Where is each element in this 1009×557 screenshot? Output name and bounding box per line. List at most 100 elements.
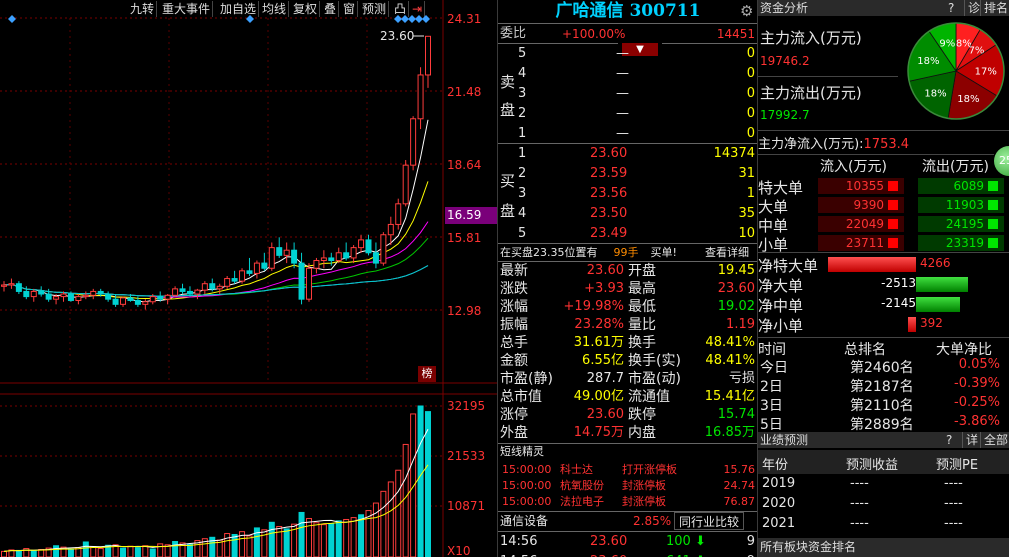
tick-time: 14:56 — [500, 552, 537, 557]
event-diamond-icon[interactable] — [422, 15, 430, 23]
event-diamond-icon[interactable] — [408, 15, 416, 23]
stat-label: 量比 — [628, 317, 656, 333]
candle-body — [142, 301, 149, 305]
candle-body — [335, 252, 342, 262]
stat-value: 亏损 — [728, 371, 755, 386]
spirit-stock[interactable]: 科士达 — [560, 462, 593, 478]
stat-label: 涨幅 — [500, 299, 528, 315]
spirit-time: 15:00:00 — [502, 495, 552, 508]
stat-value: 23.28% — [574, 317, 624, 332]
spirit-stock[interactable]: 杭氧股份 — [560, 478, 604, 494]
volume-axis-label: 21533 — [447, 449, 486, 463]
rank-list-button[interactable]: 榜 — [418, 366, 436, 382]
floating-badge[interactable]: 25 — [994, 146, 1009, 176]
flow-out-marker — [988, 200, 998, 210]
volume-bar — [30, 550, 37, 557]
volume-bar — [90, 546, 97, 557]
gear-icon[interactable]: ⚙ — [740, 2, 753, 20]
candle-body — [67, 293, 74, 301]
event-diamond-icon[interactable] — [401, 15, 409, 23]
forecast-help-icon[interactable]: ? — [946, 432, 952, 448]
buy-volume: 35 — [738, 206, 755, 221]
sell-level: 2 — [518, 106, 527, 121]
sector-name[interactable]: 通信设备 — [500, 511, 548, 531]
flow-in-header: 流入(万元) — [820, 159, 887, 175]
forecast-pe: ---- — [944, 496, 963, 511]
diagnose-button[interactable]: 诊 — [964, 0, 980, 16]
stat-label: 换手(实) — [628, 353, 681, 369]
rank-period: 5日 — [760, 417, 783, 433]
flow-in-marker — [888, 200, 898, 210]
candle-body — [172, 288, 179, 296]
price-axis-label: 24.31 — [447, 12, 482, 26]
candle-body — [246, 270, 253, 274]
event-diamond-icon[interactable] — [394, 15, 402, 23]
buy-price[interactable]: 23.60 — [590, 144, 627, 164]
kline-chart[interactable] — [0, 0, 497, 557]
event-diamond-icon[interactable] — [246, 15, 254, 23]
sell-level: 1 — [518, 126, 527, 141]
candle-body — [8, 283, 15, 286]
volume-bar — [358, 514, 365, 557]
candle-body — [276, 247, 283, 256]
rank-button[interactable]: 排名 — [980, 0, 1008, 16]
buy-price[interactable]: 23.50 — [590, 204, 627, 224]
sell-side-label: 卖盘 — [500, 73, 516, 119]
webi-label: 委比 — [500, 26, 527, 41]
sell-price: — — [616, 126, 629, 141]
volume-bar — [276, 526, 283, 557]
help-icon[interactable]: ? — [948, 0, 954, 16]
tick-count: 9 — [746, 534, 755, 549]
sell-volume: 0 — [746, 66, 755, 81]
rank-position: 第2110名 — [850, 398, 914, 414]
buy-price[interactable]: 23.56 — [590, 184, 627, 204]
candle-body — [120, 297, 127, 305]
volume-bar — [142, 545, 149, 557]
volume-bar — [1, 550, 7, 557]
pie-slice-label: 18% — [924, 89, 946, 100]
rank-position: 第2460名 — [850, 360, 914, 376]
volume-bar — [305, 518, 312, 557]
spirit-stock[interactable]: 法拉电子 — [560, 494, 604, 510]
net-flow-value: 392 — [920, 316, 943, 330]
flow-type-label: 中单 — [758, 217, 789, 235]
view-detail-link[interactable]: 查看详细 — [705, 243, 749, 263]
forecast-detail-button[interactable]: 详 — [962, 432, 978, 448]
net-flow-label: 净大单 — [758, 277, 804, 295]
stat-label: 金额 — [500, 353, 528, 369]
forecast-year: 2019 — [762, 476, 796, 491]
price-axis-label: 12.98 — [447, 304, 482, 318]
net-flow-bar — [916, 277, 968, 292]
pie-slice-label: 18% — [917, 56, 939, 67]
volume-bar — [410, 413, 417, 557]
stat-label: 总手 — [500, 335, 528, 351]
volume-bar — [134, 547, 141, 557]
event-diamond-icon[interactable] — [8, 15, 16, 23]
stat-label: 最低 — [628, 299, 656, 315]
flow-out-value: 6089 — [953, 179, 984, 193]
candle-body — [224, 278, 231, 287]
stat-value: 23.60 — [717, 281, 755, 296]
candle-body — [239, 270, 246, 282]
spirit-value: 76.87 — [723, 495, 756, 508]
industry-compare-button[interactable]: 同行业比较 — [674, 512, 745, 530]
volume-bar — [328, 523, 335, 557]
candle-body — [134, 299, 141, 305]
candle-body — [313, 260, 320, 269]
candle-body — [402, 164, 409, 205]
candle-body — [53, 296, 60, 300]
buy-price[interactable]: 23.49 — [590, 224, 627, 244]
webi-pct: +100.00% — [562, 27, 626, 41]
stat-label: 内盘 — [628, 425, 656, 441]
candle-body — [45, 293, 52, 300]
forecast-all-button[interactable]: 全部 — [980, 432, 1008, 448]
tick-count: 9 — [728, 552, 755, 557]
quote-detail-panel: 广哈通信 300711 ⚙ 委比 +100.00% 14451 ▼ 卖盘 5 —… — [497, 0, 758, 557]
candle-body — [164, 294, 171, 300]
all-sector-rank-header[interactable]: 所有板块资金排名 — [758, 538, 1009, 557]
buy-price[interactable]: 23.59 — [590, 164, 627, 184]
event-diamond-icon[interactable] — [415, 15, 423, 23]
forecast-year: 2020 — [762, 496, 796, 511]
rank-period: 3日 — [760, 398, 783, 414]
stat-label: 市盈(动) — [628, 371, 681, 387]
